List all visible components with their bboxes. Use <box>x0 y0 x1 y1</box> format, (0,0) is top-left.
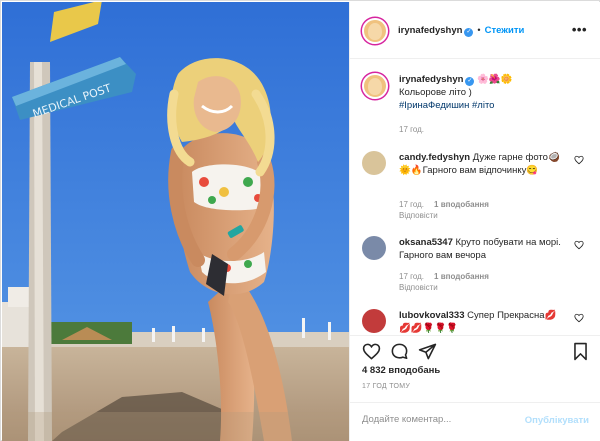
comments-list[interactable]: irynafedyshyn ✓ 🌸🌺🌼 Кольорове літо ) #Іри… <box>350 59 600 335</box>
avatar[interactable] <box>362 151 386 175</box>
comment-time: 17 год. <box>399 200 425 209</box>
post-side-panel: irynafedyshyn ✓ • Стежити ••• irynafedyshyn… <box>349 2 600 441</box>
caption-username[interactable]: irynafedyshyn <box>399 74 463 85</box>
caption-avatar[interactable] <box>362 73 388 99</box>
add-comment-bar: Опублікувати <box>350 402 600 441</box>
comment-icon[interactable] <box>390 342 409 361</box>
more-options-icon[interactable]: ••• <box>572 22 587 37</box>
caption-body: irynafedyshyn ✓ 🌸🌺🌼 Кольорове літо ) #Іри… <box>399 73 579 112</box>
avatar[interactable] <box>362 236 386 260</box>
post-actions: 4 832 вподобань 17 ГОД ТОМУ <box>350 335 600 411</box>
verified-icon: ✓ <box>464 28 474 37</box>
share-icon[interactable] <box>418 342 437 361</box>
comment-username[interactable]: oksana5347 <box>399 237 453 248</box>
caption-hashtags[interactable]: #ІринаФедишин #літо <box>399 100 494 111</box>
comment-username[interactable]: lubovkoval333 <box>399 310 464 321</box>
bookmark-icon[interactable] <box>572 342 589 361</box>
caption-text: Кольорове літо ) <box>399 87 472 98</box>
follow-button[interactable]: Стежити <box>485 25 525 36</box>
avatar[interactable] <box>362 309 386 333</box>
comment-body: lubovkoval333 Супер Прекрасна💋💋💋🌹🌹🌹 <box>399 309 564 335</box>
heart-icon[interactable] <box>574 240 584 250</box>
list-item: lubovkoval333 Супер Прекрасна💋💋💋🌹🌹🌹 <box>362 309 592 335</box>
list-item: oksana5347 Круто побувати на морі. Гарно… <box>362 236 592 314</box>
comment-username[interactable]: candy.fedyshyn <box>399 152 470 163</box>
verified-icon: ✓ <box>465 77 475 86</box>
post-time: 17 ГОД ТОМУ <box>362 383 411 390</box>
caption-emoji: 🌸🌺🌼 <box>477 74 513 85</box>
comment-meta: 17 год. 1 вподобання <box>399 272 489 281</box>
caption-time: 17 год. <box>399 125 425 134</box>
caption: irynafedyshyn ✓ 🌸🌺🌼 Кольорове літо ) #Іри… <box>362 73 592 153</box>
comment-time: 17 год. <box>399 272 425 281</box>
author-avatar[interactable] <box>362 18 388 44</box>
publish-button[interactable]: Опублікувати <box>525 415 589 426</box>
author-line: irynafedyshyn ✓ • Стежити <box>398 25 524 37</box>
reply-button[interactable]: Відповісти <box>399 211 438 220</box>
author-username[interactable]: irynafedyshyn <box>398 25 462 36</box>
comment-meta: 17 год. 1 вподобання <box>399 200 489 209</box>
heart-icon[interactable] <box>574 313 584 323</box>
post-header: irynafedyshyn ✓ • Стежити ••• <box>350 2 600 59</box>
likes-count[interactable]: 4 832 вподобань <box>362 365 440 376</box>
comment-likes[interactable]: 1 вподобання <box>434 272 489 281</box>
post-photo[interactable]: MEDICAL POST <box>2 2 349 441</box>
comment-input[interactable] <box>362 414 512 425</box>
comment-body: oksana5347 Круто побувати на морі. Гарно… <box>399 236 564 262</box>
comment-body: candy.fedyshyn Дуже гарне фото🥥🌞🔥Гарного… <box>399 151 564 177</box>
list-item: candy.fedyshyn Дуже гарне фото🥥🌞🔥Гарного… <box>362 151 592 229</box>
heart-icon[interactable] <box>574 155 584 165</box>
beach-photo-illustration: MEDICAL POST <box>2 2 349 441</box>
like-heart-icon[interactable] <box>362 342 381 361</box>
comment-likes[interactable]: 1 вподобання <box>434 200 489 209</box>
post-modal: MEDICAL POST irynafedyshyn ✓ • Стежити •… <box>0 0 600 441</box>
reply-button[interactable]: Відповісти <box>399 283 438 292</box>
separator-dot: • <box>477 25 481 35</box>
